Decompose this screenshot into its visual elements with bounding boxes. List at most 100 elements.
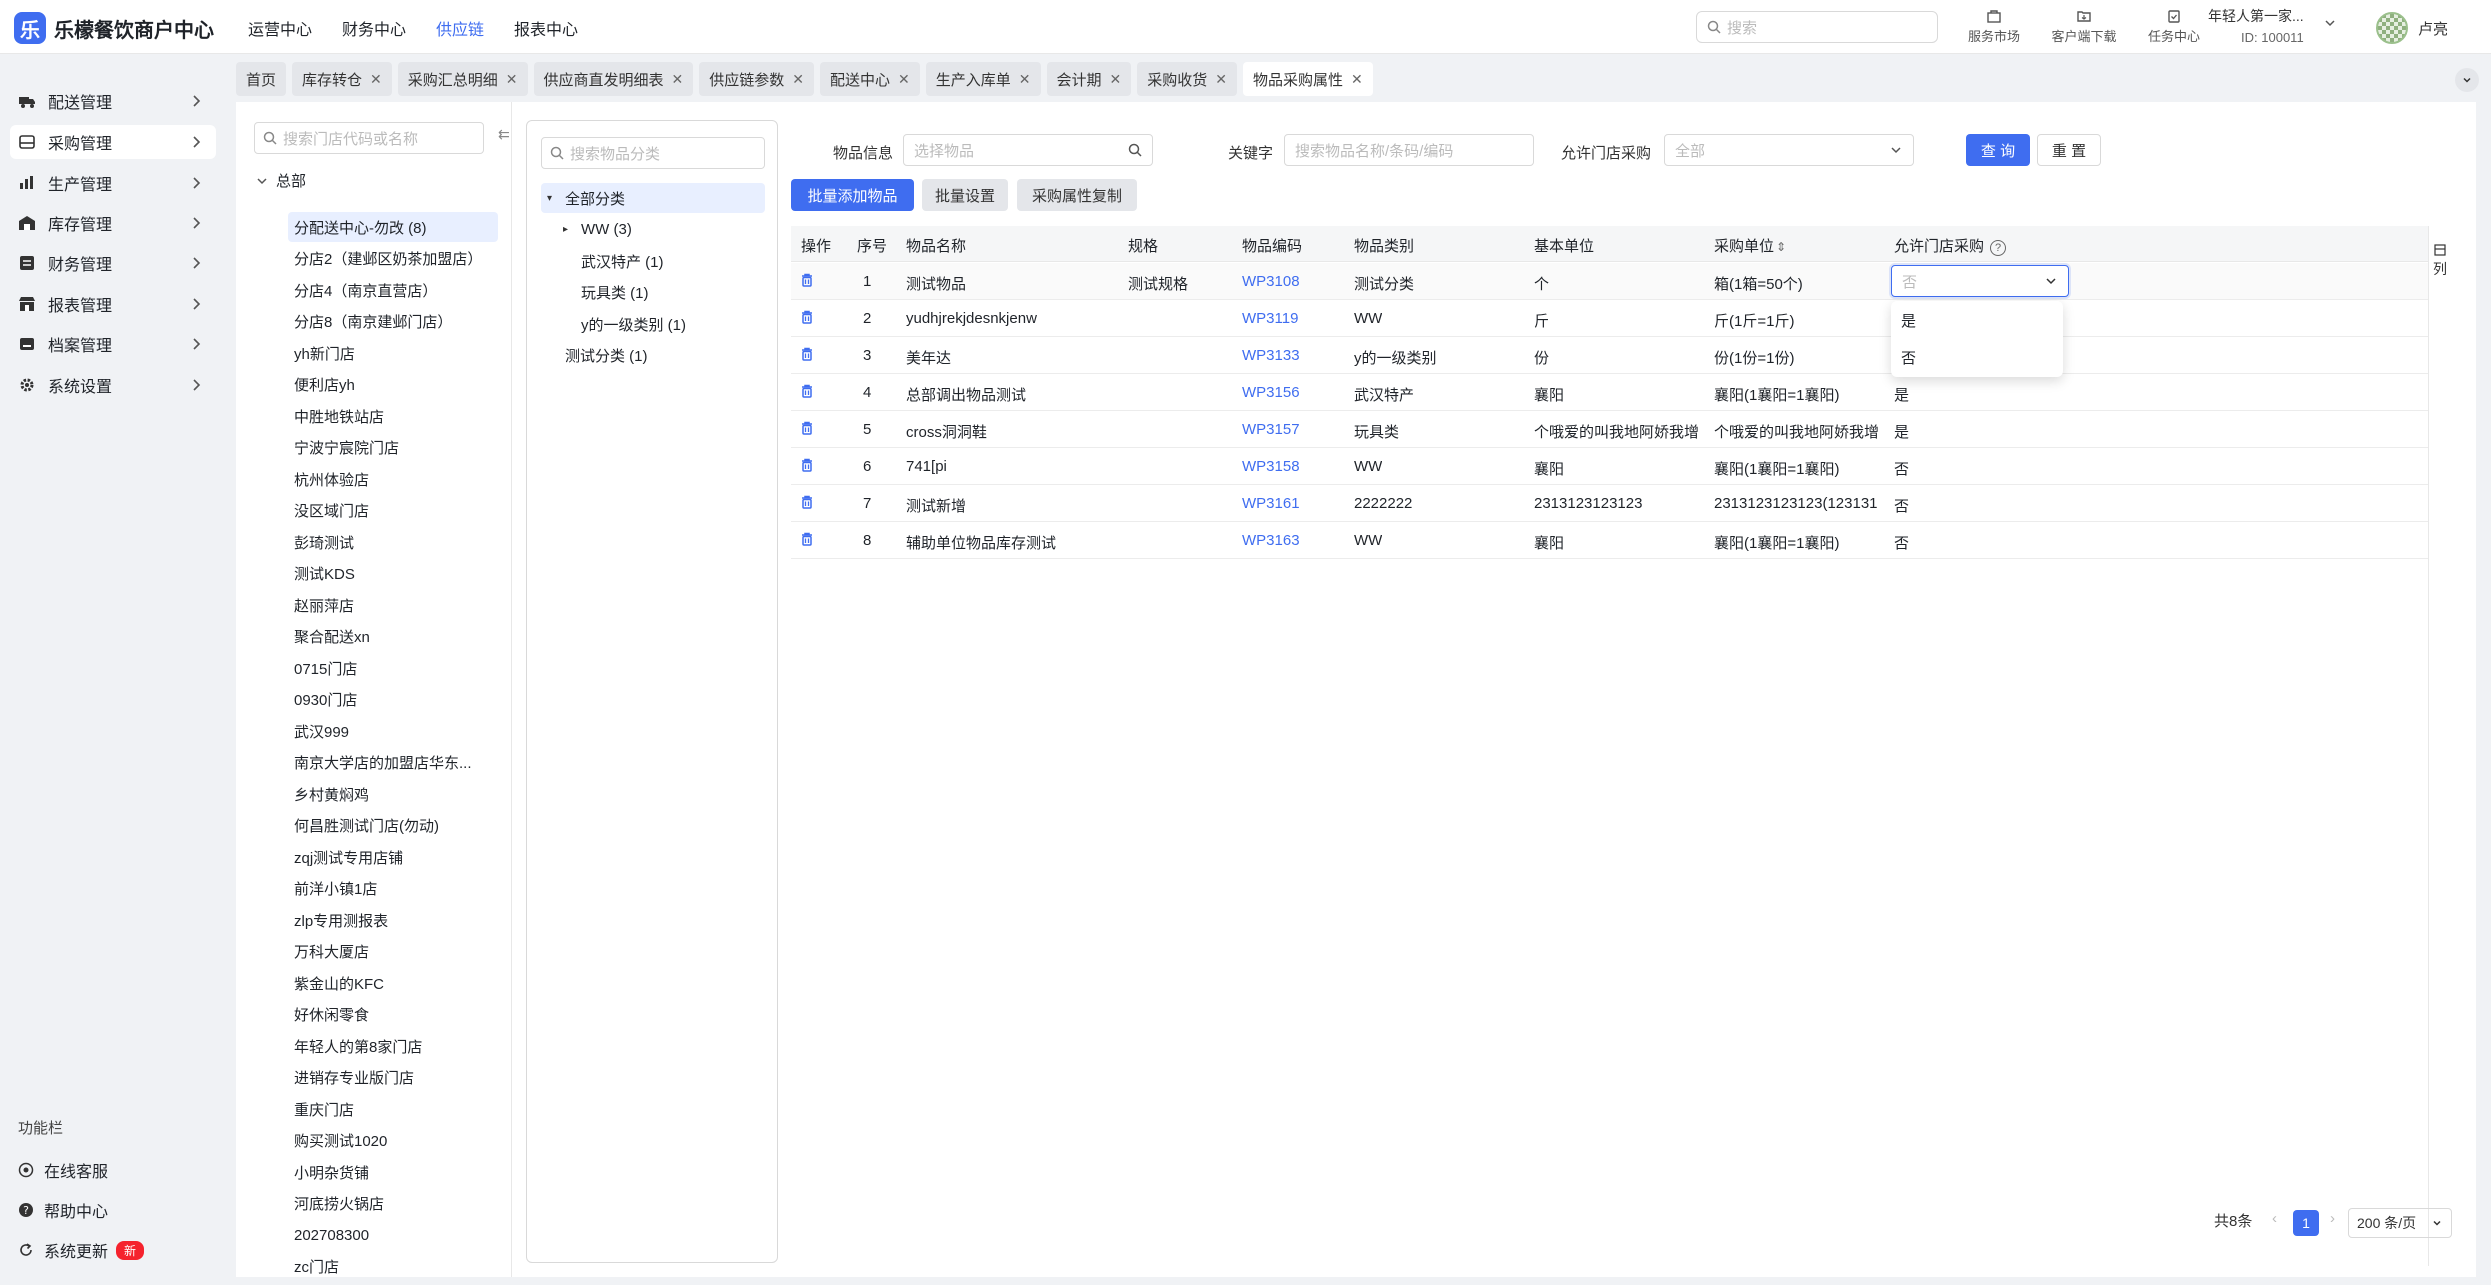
- table-row[interactable]: 1 测试物品 测试规格 WP3108 测试分类 个 箱(1箱=50个): [791, 263, 2429, 300]
- column-header-category[interactable]: 物品类别: [1354, 235, 1414, 256]
- tab-supplier-direct[interactable]: 供应商直发明细表 ✕: [533, 62, 694, 96]
- tab-purchase-summary[interactable]: 采购汇总明细 ✕: [397, 62, 528, 96]
- sidebar-item-reports[interactable]: 报表管理: [10, 287, 216, 321]
- keyword-input[interactable]: 搜索物品名称/条码/编码: [1284, 134, 1534, 166]
- store-tree-item[interactable]: yh新门店: [288, 338, 498, 368]
- sidebar-item-delivery[interactable]: 配送管理: [10, 84, 216, 118]
- chevron-down-icon[interactable]: [2323, 16, 2337, 30]
- row-item-code[interactable]: WP3156: [1242, 384, 1300, 401]
- store-tree-item[interactable]: 河底捞火锅店: [288, 1189, 498, 1219]
- close-icon[interactable]: ✕: [506, 71, 518, 88]
- close-icon[interactable]: ✕: [1351, 71, 1363, 88]
- tabs-more-button[interactable]: [2455, 68, 2479, 92]
- tab-item-purchase-attributes[interactable]: 物品采购属性 ✕: [1243, 62, 1373, 96]
- category-tree-item[interactable]: y的一级类别 (1): [557, 309, 765, 339]
- row-item-code[interactable]: WP3157: [1242, 421, 1300, 438]
- task-center-button[interactable]: 任务中心: [2132, 6, 2216, 45]
- store-tree-item[interactable]: 分配送中心-勿改 (8): [288, 212, 498, 242]
- top-nav-reports[interactable]: 报表中心: [514, 16, 578, 40]
- store-tree-item[interactable]: 便利店yh: [288, 370, 498, 400]
- store-tree-item[interactable]: 202708300: [288, 1220, 498, 1250]
- row-item-code[interactable]: WP3119: [1242, 310, 1298, 327]
- top-nav-finance[interactable]: 财务中心: [342, 16, 406, 40]
- column-settings-button[interactable]: 列: [2433, 242, 2447, 278]
- sidebar-item-production[interactable]: 生产管理: [10, 166, 216, 200]
- row-item-code[interactable]: WP3133: [1242, 347, 1300, 364]
- system-update-button[interactable]: 系统更新 新: [18, 1238, 145, 1262]
- store-tree-item[interactable]: zqj测试专用店铺: [288, 842, 498, 872]
- category-tree-item[interactable]: ▸ WW (3): [557, 215, 765, 245]
- store-tree-item[interactable]: 中胜地铁站店: [288, 401, 498, 431]
- store-tree-item[interactable]: 测试KDS: [288, 559, 498, 589]
- tab-accounting-period[interactable]: 会计期 ✕: [1046, 62, 1132, 96]
- trash-icon[interactable]: [799, 420, 815, 441]
- pagination-page-1[interactable]: 1: [2293, 1210, 2319, 1236]
- tab-supply-params[interactable]: 供应链参数 ✕: [699, 62, 815, 96]
- category-tree-item[interactable]: 武汉特产 (1): [557, 246, 765, 276]
- store-tree-item[interactable]: 年轻人的第8家门店: [288, 1031, 498, 1061]
- tab-distribution-center[interactable]: 配送中心 ✕: [820, 62, 920, 96]
- store-tree-item[interactable]: 好休闲零食: [288, 1000, 498, 1030]
- category-tree-item[interactable]: 测试分类 (1): [541, 341, 765, 371]
- table-row[interactable]: 5 cross洞洞鞋 WP3157 玩具类 个哦爱的叫我地阿娇我增 个哦爱的叫我地阿娇我增…: [791, 411, 2429, 448]
- table-row[interactable]: 6 741[pi WP3158 WW 襄阳 襄阳(1襄阳=1襄阳) 否: [791, 448, 2429, 485]
- close-icon[interactable]: ✕: [898, 71, 910, 88]
- item-info-input[interactable]: 选择物品: [903, 134, 1153, 166]
- row-allow-store-purchase-select[interactable]: 否: [1891, 265, 2069, 297]
- category-search-input[interactable]: 搜索物品分类: [541, 137, 765, 169]
- trash-icon[interactable]: [799, 457, 815, 478]
- sidebar-item-purchase[interactable]: 采购管理: [10, 125, 216, 159]
- store-tree-item[interactable]: 前洋小镇1店: [288, 874, 498, 904]
- trash-icon[interactable]: [799, 383, 815, 404]
- store-tree-item[interactable]: 何昌胜测试门店(勿动): [288, 811, 498, 841]
- caret-icon[interactable]: ▸: [563, 224, 581, 235]
- batch-settings-button[interactable]: 批量设置: [922, 179, 1008, 211]
- trash-icon[interactable]: [799, 309, 815, 330]
- close-icon[interactable]: ✕: [792, 71, 804, 88]
- dropdown-option-yes[interactable]: 是: [1901, 310, 1916, 331]
- help-center-button[interactable]: ? 帮助中心: [18, 1198, 108, 1222]
- tab-production-inbound[interactable]: 生产入库单 ✕: [925, 62, 1041, 96]
- allow-store-purchase-select[interactable]: 全部: [1664, 134, 1914, 166]
- store-tree-item[interactable]: 0715门店: [288, 653, 498, 683]
- table-row[interactable]: 3 美年达 WP3133 y的一级类别 份 份(1份=1份): [791, 337, 2429, 374]
- category-tree-item[interactable]: ▾ 全部分类: [541, 183, 765, 213]
- app-logo[interactable]: 乐 乐檬餐饮商户中心: [14, 12, 214, 44]
- account-switcher[interactable]: 年轻人第一家... ID: 100011: [2208, 6, 2304, 45]
- user-menu[interactable]: 卢亮: [2376, 12, 2448, 44]
- trash-icon[interactable]: [799, 272, 815, 293]
- store-tree-item[interactable]: 重庆门店: [288, 1094, 498, 1124]
- top-nav-supply-chain[interactable]: 供应链: [436, 16, 484, 40]
- tab-stock-transfer[interactable]: 库存转仓 ✕: [292, 62, 392, 96]
- trash-icon[interactable]: [799, 531, 815, 552]
- sidebar-item-inventory[interactable]: 库存管理: [10, 206, 216, 240]
- store-tree-item[interactable]: 杭州体验店: [288, 464, 498, 494]
- category-tree-item[interactable]: 玩具类 (1): [557, 278, 765, 308]
- table-row[interactable]: 4 总部调出物品测试 WP3156 武汉特产 襄阳 襄阳(1襄阳=1襄阳) 是: [791, 374, 2429, 411]
- service-market-button[interactable]: 服务市场: [1952, 6, 2036, 45]
- collapse-panel-icon[interactable]: ⇇: [498, 126, 510, 143]
- store-tree-item[interactable]: 没区域门店: [288, 496, 498, 526]
- caret-icon[interactable]: ▾: [547, 193, 565, 204]
- store-tree-item[interactable]: zc门店: [288, 1252, 498, 1282]
- store-tree-item[interactable]: 进销存专业版门店: [288, 1063, 498, 1093]
- store-tree-item[interactable]: 武汉999: [288, 716, 498, 746]
- store-tree-item[interactable]: 乡村黄焖鸡: [288, 779, 498, 809]
- close-icon[interactable]: ✕: [1110, 71, 1122, 88]
- page-size-select[interactable]: 200 条/页: [2348, 1208, 2452, 1238]
- trash-icon[interactable]: [799, 346, 815, 367]
- global-search-input[interactable]: 搜索: [1696, 11, 1938, 43]
- tree-root-hq[interactable]: 总部: [256, 170, 306, 191]
- store-tree-item[interactable]: 南京大学店的加盟店华东...: [288, 748, 498, 778]
- row-item-code[interactable]: WP3108: [1242, 273, 1300, 290]
- column-header-item-code[interactable]: 物品编码: [1242, 235, 1302, 256]
- column-header-purchase-unit[interactable]: 采购单位 ⇕: [1714, 235, 1786, 256]
- store-tree-item[interactable]: zlp专用测报表: [288, 905, 498, 935]
- batch-add-items-button[interactable]: 批量添加物品: [791, 179, 914, 211]
- store-tree-item[interactable]: 购买测试1020: [288, 1126, 498, 1156]
- store-tree-item[interactable]: 0930门店: [288, 685, 498, 715]
- row-item-code[interactable]: WP3163: [1242, 532, 1300, 549]
- store-tree-item[interactable]: 紫金山的KFC: [288, 968, 498, 998]
- store-tree-item[interactable]: 聚合配送xn: [288, 622, 498, 652]
- column-header-allow-store-purchase[interactable]: 允许门店采购?: [1894, 235, 2007, 256]
